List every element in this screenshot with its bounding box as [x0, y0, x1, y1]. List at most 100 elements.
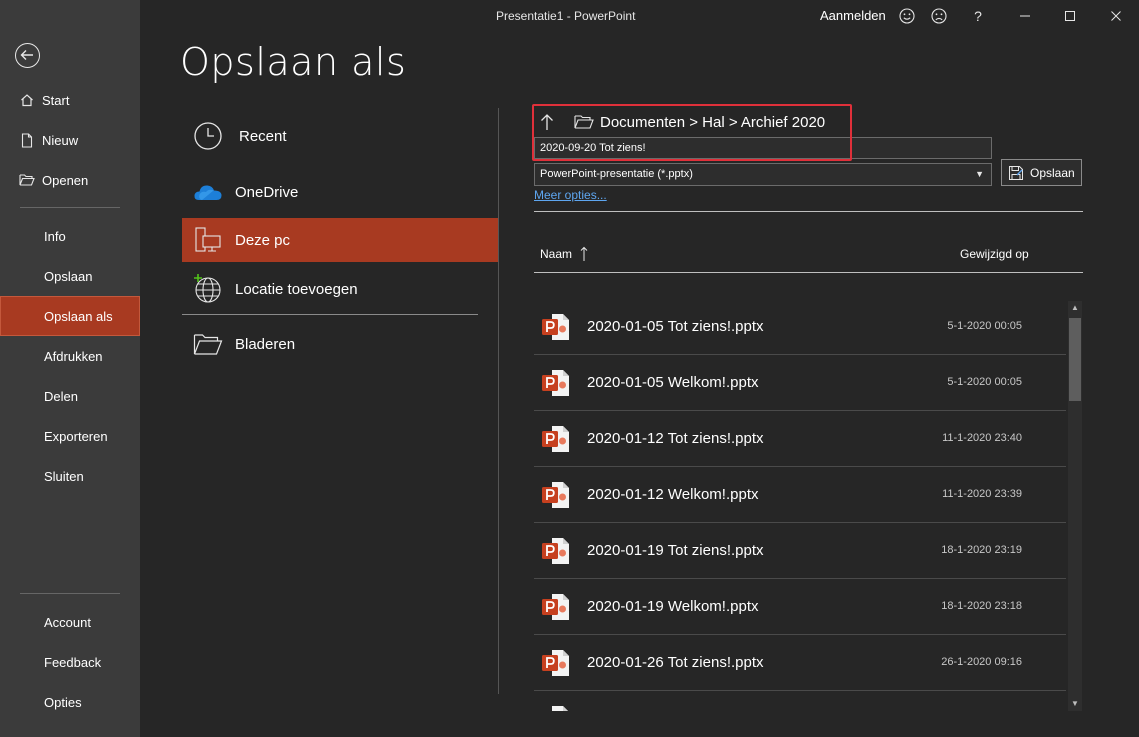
- nav-label: Exporteren: [44, 428, 108, 444]
- sign-in-link[interactable]: Aanmelden: [820, 8, 886, 23]
- nav-feedback[interactable]: Feedback: [0, 642, 140, 682]
- nav-start[interactable]: Start: [0, 80, 140, 120]
- frown-icon[interactable]: [929, 6, 949, 26]
- nav-open[interactable]: Openen: [0, 160, 140, 200]
- nav-export[interactable]: Exporteren: [0, 416, 140, 456]
- pptx-file-icon: [542, 481, 570, 514]
- save-button[interactable]: Opslaan: [1001, 159, 1082, 186]
- nav-new[interactable]: Nieuw: [0, 120, 140, 160]
- file-row[interactable]: 2020-01-26 Tot ziens!.pptx 26-1-2020 09:…: [534, 635, 1066, 691]
- file-name: 2020-01-05 Tot ziens!.pptx: [587, 318, 764, 335]
- back-button[interactable]: [15, 43, 40, 68]
- location-label: Deze pc: [235, 231, 291, 249]
- file-row[interactable]: 2020-01-05 Tot ziens!.pptx 5-1-2020 00:0…: [534, 299, 1066, 355]
- backstage-sidebar: Start Nieuw Openen Info Opslaan Opslaan …: [0, 0, 140, 737]
- clock-icon: [186, 114, 230, 158]
- page-title: Opslaan als: [180, 40, 407, 84]
- file-name: 2020-01-05 Welkom!.pptx: [587, 374, 759, 391]
- file-row[interactable]: 2020-01-12 Welkom!.pptx 11-1-2020 23:39: [534, 467, 1066, 523]
- home-icon: [0, 93, 44, 107]
- nav-label: Info: [44, 228, 66, 244]
- folder-open-icon: [0, 173, 44, 187]
- file-row[interactable]: 2020-01-19 Tot ziens!.pptx 18-1-2020 23:…: [534, 523, 1066, 579]
- nav-label: Openen: [42, 172, 89, 188]
- pptx-file-icon: [542, 313, 570, 346]
- location-recent[interactable]: Recent: [182, 114, 498, 158]
- pane-divider: [498, 108, 499, 694]
- title-bar: Presentatie1 - PowerPoint Aanmelden ?: [140, 0, 1139, 32]
- column-header-name[interactable]: Naam: [540, 246, 588, 262]
- nav-label: Opslaan: [44, 268, 93, 284]
- file-modified: 18-1-2020 23:19: [941, 544, 1022, 556]
- pptx-file-icon: [542, 705, 570, 711]
- folder-browse-icon: [186, 322, 230, 366]
- file-list-scrollbar[interactable]: ▲ ▼: [1068, 301, 1082, 711]
- file-name: 2020-01-19 Tot ziens!.pptx: [587, 542, 764, 559]
- nav-options[interactable]: Opties: [0, 682, 140, 722]
- file-name: 2020-01-12 Welkom!.pptx: [587, 486, 759, 503]
- nav-label: Delen: [44, 388, 78, 404]
- nav-save[interactable]: Opslaan: [0, 256, 140, 296]
- nav-label: Opslaan als: [44, 308, 113, 324]
- pptx-file-icon: [542, 593, 570, 626]
- file-list: 2020-01-05 Tot ziens!.pptx 5-1-2020 00:0…: [534, 299, 1066, 711]
- nav-account[interactable]: Account: [0, 602, 140, 642]
- file-name: 2020-01-26 Tot ziens!.pptx: [587, 654, 764, 671]
- maximize-icon[interactable]: [1060, 6, 1080, 26]
- scroll-up-icon[interactable]: ▲: [1068, 301, 1082, 315]
- location-this-pc[interactable]: Deze pc: [182, 218, 498, 262]
- file-modified: 5-1-2020 00:05: [947, 376, 1022, 388]
- file-name: 2020-01-19 Welkom!.pptx: [587, 598, 759, 615]
- nav-divider: [20, 207, 120, 208]
- save-disk-icon: [1008, 165, 1024, 181]
- file-modified: 11-1-2020 23:39: [942, 488, 1022, 500]
- nav-print[interactable]: Afdrukken: [0, 336, 140, 376]
- scroll-thumb[interactable]: [1069, 318, 1081, 401]
- nav-label: Nieuw: [42, 132, 79, 148]
- back-arrow-icon: [20, 50, 33, 60]
- more-options-link[interactable]: Meer opties...: [534, 188, 607, 202]
- minimize-icon[interactable]: [1015, 6, 1035, 26]
- filetype-select[interactable]: PowerPoint-presentatie (*.pptx) ▼: [534, 163, 992, 186]
- pptx-file-icon: [542, 649, 570, 682]
- nav-divider: [20, 593, 120, 594]
- window-title: Presentatie1 - PowerPoint: [496, 9, 636, 23]
- new-document-icon: [0, 132, 44, 148]
- nav-share[interactable]: Delen: [0, 376, 140, 416]
- divider: [534, 211, 1083, 212]
- this-pc-icon: [186, 218, 230, 262]
- nav-info[interactable]: Info: [0, 216, 140, 256]
- help-icon[interactable]: ?: [968, 6, 988, 26]
- scroll-down-icon[interactable]: ▼: [1068, 697, 1082, 711]
- location-onedrive[interactable]: OneDrive: [182, 170, 498, 214]
- location-add-location[interactable]: Locatie toevoegen: [182, 267, 498, 311]
- column-header-label: Naam: [540, 247, 573, 261]
- location-label: Bladeren: [235, 335, 296, 353]
- file-modified: 5-1-2020 00:05: [947, 320, 1022, 332]
- location-label: OneDrive: [235, 183, 299, 201]
- locations-divider: [182, 314, 478, 315]
- nav-save-as[interactable]: Opslaan als: [0, 296, 140, 336]
- location-browse[interactable]: Bladeren: [182, 322, 498, 366]
- onedrive-cloud-icon: [186, 170, 230, 214]
- nav-label: Account: [44, 614, 91, 630]
- file-row[interactable]: 2020-01-19 Welkom!.pptx 18-1-2020 23:18: [534, 579, 1066, 635]
- file-modified: 26-1-2020 09:16: [941, 656, 1022, 668]
- nav-close[interactable]: Sluiten: [0, 456, 140, 496]
- file-row[interactable]: 2020-01-12 Tot ziens!.pptx 11-1-2020 23:…: [534, 411, 1066, 467]
- add-location-globe-icon: [186, 267, 230, 311]
- divider: [534, 272, 1083, 273]
- save-button-label: Opslaan: [1030, 165, 1075, 180]
- sort-ascending-icon: [580, 246, 588, 262]
- column-header-modified[interactable]: Gewijzigd op: [960, 247, 1029, 261]
- filetype-value: PowerPoint-presentatie (*.pptx): [540, 168, 693, 180]
- pptx-file-icon: [542, 369, 570, 402]
- nav-label: Sluiten: [44, 468, 84, 484]
- pptx-file-icon: [542, 425, 570, 458]
- pptx-file-icon: [542, 537, 570, 570]
- file-row[interactable]: 2020-01-05 Welkom!.pptx 5-1-2020 00:05: [534, 355, 1066, 411]
- location-label: Locatie toevoegen: [235, 280, 358, 298]
- file-row[interactable]: [534, 691, 1066, 711]
- smiley-icon[interactable]: [897, 6, 917, 26]
- close-icon[interactable]: [1106, 6, 1126, 26]
